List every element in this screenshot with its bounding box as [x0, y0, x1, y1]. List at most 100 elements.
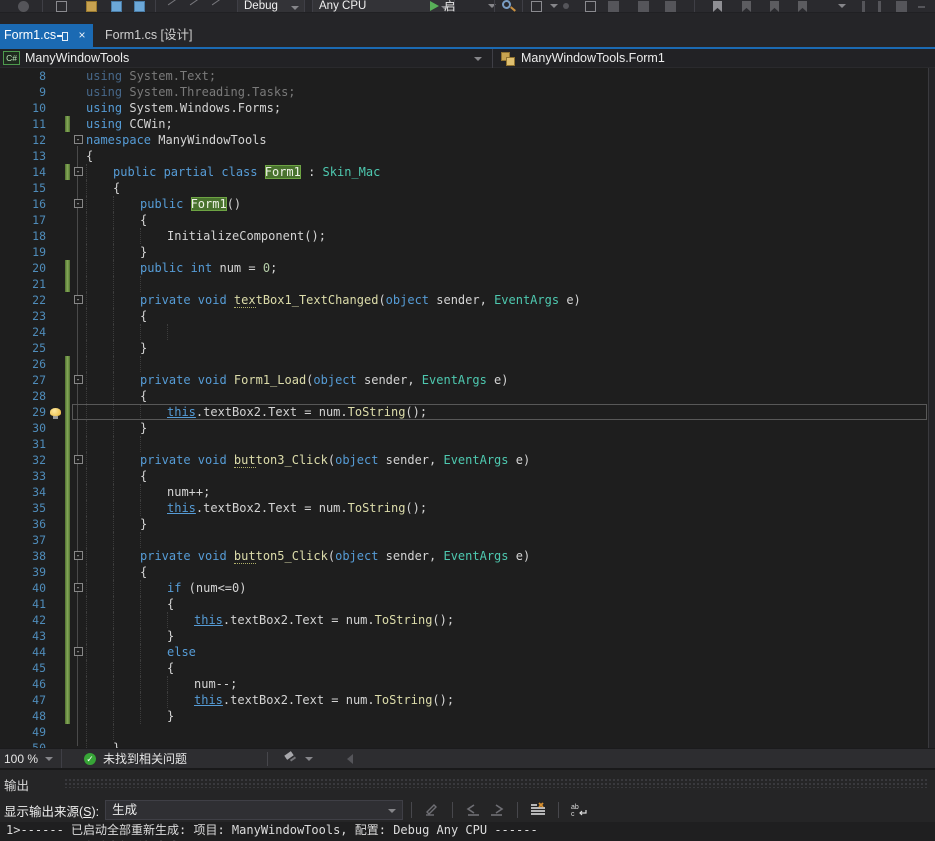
options-icon[interactable] — [563, 3, 569, 9]
glyph-margin[interactable] — [46, 436, 64, 452]
indent-increase-icon[interactable] — [665, 1, 676, 12]
code-line[interactable]: 14- public partial class Form1 : Skin_Mac — [0, 164, 935, 180]
indent-decrease-icon[interactable] — [638, 1, 649, 12]
glyph-margin[interactable] — [46, 68, 64, 84]
outlining-margin[interactable] — [70, 340, 86, 356]
outlining-margin[interactable] — [70, 532, 86, 548]
code-line[interactable]: 30} — [0, 420, 935, 436]
chevron-down-icon[interactable] — [550, 4, 558, 8]
bookmark-next-icon[interactable] — [770, 1, 779, 12]
new-window-icon[interactable] — [56, 1, 67, 12]
outlining-margin[interactable] — [70, 516, 86, 532]
code-editor[interactable]: 8 using System.Text; 9 using System.Threadi… — [0, 68, 935, 748]
undo-icon[interactable] — [166, 1, 178, 12]
glyph-margin[interactable] — [46, 564, 64, 580]
outlining-margin[interactable] — [70, 148, 86, 164]
save-all-icon[interactable] — [134, 1, 145, 12]
code-line[interactable]: 35 this.textBox2.Text = num.ToString(); — [0, 500, 935, 516]
glyph-margin[interactable] — [46, 132, 64, 148]
code-line[interactable]: 13 { — [0, 148, 935, 164]
next-message-icon[interactable] — [488, 802, 506, 818]
glyph-margin[interactable] — [46, 388, 64, 404]
outlining-margin[interactable] — [70, 116, 86, 132]
glyph-margin[interactable] — [46, 116, 64, 132]
glyph-margin[interactable] — [46, 596, 64, 612]
outlining-margin[interactable] — [70, 436, 86, 452]
tab-form1-cs-design[interactable]: Form1.cs [设计] — [97, 24, 193, 47]
glyph-margin[interactable] — [46, 164, 64, 180]
glyph-margin[interactable] — [46, 340, 64, 356]
code-line[interactable]: 49 — [0, 724, 935, 740]
outlining-margin[interactable] — [70, 244, 86, 260]
glyph-margin[interactable] — [46, 628, 64, 644]
panel-drag-grip[interactable] — [64, 778, 929, 788]
bookmark-icon[interactable] — [713, 1, 722, 12]
glyph-margin[interactable] — [46, 404, 64, 420]
solution-explorer-icon[interactable] — [531, 1, 542, 12]
code-line[interactable]: 39 { — [0, 564, 935, 580]
outlining-margin[interactable] — [70, 692, 86, 708]
code-line[interactable]: 29 this.textBox2.Text = num.ToString(); — [0, 404, 935, 420]
outlining-margin[interactable] — [70, 676, 86, 692]
outlining-margin[interactable]: - — [70, 164, 86, 180]
glyph-margin[interactable] — [46, 292, 64, 308]
code-line[interactable]: 48} — [0, 708, 935, 724]
outlining-margin[interactable]: - — [70, 580, 86, 596]
code-line[interactable]: 24 — [0, 324, 935, 340]
project-dropdown[interactable]: C# ManyWindowTools — [0, 49, 493, 68]
code-line[interactable]: 44 - else — [0, 644, 935, 660]
glyph-margin[interactable] — [46, 692, 64, 708]
code-line[interactable]: 37 — [0, 532, 935, 548]
code-line[interactable]: 22- private void textBox1_TextChanged(obj… — [0, 292, 935, 308]
outlining-margin[interactable] — [70, 612, 86, 628]
code-line[interactable]: 41 { — [0, 596, 935, 612]
code-line[interactable]: 19} — [0, 244, 935, 260]
outlining-margin[interactable] — [70, 660, 86, 676]
chevron-down-icon[interactable] — [305, 756, 314, 761]
code-line[interactable]: 11 using CCWin; — [0, 116, 935, 132]
glyph-margin[interactable] — [46, 260, 64, 276]
glyph-margin[interactable] — [46, 484, 64, 500]
glyph-margin[interactable] — [46, 244, 64, 260]
outlining-margin[interactable] — [70, 740, 86, 748]
glyph-margin[interactable] — [46, 84, 64, 100]
outlining-margin[interactable]: - — [70, 644, 86, 660]
glyph-margin[interactable] — [46, 660, 64, 676]
code-line[interactable]: 46 num--; — [0, 676, 935, 692]
glyph-margin[interactable] — [46, 420, 64, 436]
bookmark-prev-icon[interactable] — [742, 1, 751, 12]
glyph-margin[interactable] — [46, 516, 64, 532]
code-line[interactable]: 10 using System.Windows.Forms; — [0, 100, 935, 116]
word-wrap-icon[interactable]: ab c — [570, 802, 588, 818]
code-line[interactable]: 47 this.textBox2.Text = num.ToString(); — [0, 692, 935, 708]
glyph-margin[interactable] — [46, 468, 64, 484]
outlining-margin[interactable] — [70, 228, 86, 244]
glyph-margin[interactable] — [46, 708, 64, 724]
code-line[interactable]: 23 { — [0, 308, 935, 324]
open-folder-icon[interactable] — [86, 1, 97, 12]
clear-all-icon[interactable] — [529, 802, 547, 818]
outlining-margin[interactable]: - — [70, 548, 86, 564]
collapse-icon[interactable]: - — [73, 295, 83, 304]
outlining-margin[interactable] — [70, 484, 86, 500]
glyph-margin[interactable] — [46, 276, 64, 292]
code-line[interactable]: 16- public Form1() — [0, 196, 935, 212]
menu-overflow-icon[interactable] — [896, 1, 907, 12]
code-line[interactable]: 25} — [0, 340, 935, 356]
glyph-margin[interactable] — [46, 612, 64, 628]
glyph-margin[interactable] — [46, 724, 64, 740]
code-line[interactable]: 45 { — [0, 660, 935, 676]
code-line[interactable]: 18 InitializeComponent(); — [0, 228, 935, 244]
collapse-icon[interactable]: - — [73, 167, 83, 176]
output-log[interactable]: 1>------ 已启动全部重新生成: 项目: ManyWindowTools,… — [0, 822, 935, 841]
debug-config-dropdown[interactable]: Debug — [237, 0, 305, 12]
outlining-margin[interactable] — [70, 212, 86, 228]
toolbar-handle-icon[interactable] — [862, 1, 865, 12]
code-line[interactable]: 20 public int num = 0; — [0, 260, 935, 276]
code-line[interactable]: 42 this.textBox2.Text = num.ToString(); — [0, 612, 935, 628]
glyph-margin[interactable] — [46, 740, 64, 748]
glyph-margin[interactable] — [46, 548, 64, 564]
code-line[interactable]: 38- private void button5_Click(object sen… — [0, 548, 935, 564]
code-line[interactable]: 28 { — [0, 388, 935, 404]
line-list-icon[interactable] — [608, 1, 619, 12]
